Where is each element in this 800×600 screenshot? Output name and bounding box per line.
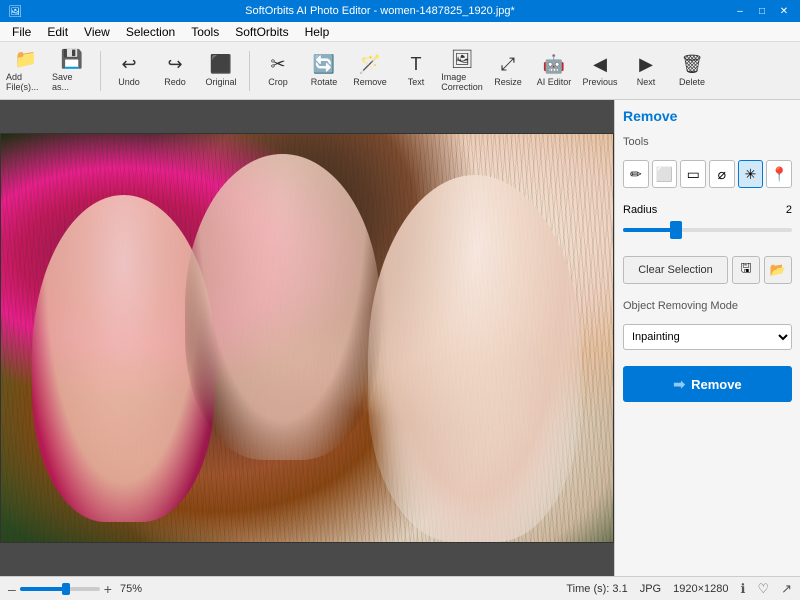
titlebar-controls: – □ ✕ [732,3,792,19]
toolbar-btn-original[interactable]: ⬛Original [199,45,243,97]
menu-item-tools[interactable]: Tools [183,23,227,41]
maximize-button[interactable]: □ [754,3,770,19]
info-icon[interactable]: ℹ [740,581,745,597]
toolbar-btn-redo[interactable]: ↪Redo [153,45,197,97]
statusbar-left: – + 75% [8,581,142,597]
magic-wand-tool[interactable]: ✳ [738,160,764,188]
menu-item-softorbits[interactable]: SoftOrbits [227,23,296,41]
remove-label: Remove [691,377,742,392]
toolbar-btn-imagecorrection[interactable]: 🖼Image Correction [440,45,484,97]
save-selection-icon: 🖫 [740,259,751,281]
menu-item-view[interactable]: View [76,23,118,41]
pencil-tool[interactable]: ✏ [623,160,649,188]
menubar: FileEditViewSelectionToolsSoftOrbitsHelp [0,22,800,42]
toolbar-btn-rotate[interactable]: 🔄Rotate [302,45,346,97]
remove-button[interactable]: ➡ Remove [623,366,792,402]
right-panel: Remove Tools ✏⬜▭⌀✳📍 Radius 2 Clear Selec… [614,100,800,576]
toolbar-sep-1 [100,51,101,91]
zoom-plus-button[interactable]: + [104,581,112,597]
statusbar: – + 75% Time (s): 3.1 JPG 1920×1280 ℹ ♡ … [0,576,800,600]
clear-selection-button[interactable]: Clear Selection [623,256,728,284]
mode-select[interactable]: InpaintingContent-AwareSimple [623,324,792,350]
zoom-slider-wrap: – + [8,581,112,597]
main-area: Remove Tools ✏⬜▭⌀✳📍 Radius 2 Clear Selec… [0,100,800,576]
toolbar: 📁Add File(s)...💾Save as... ↩Undo↪Redo⬛Ori… [0,42,800,100]
toolbar-btn-undo[interactable]: ↩Undo [107,45,151,97]
menu-item-file[interactable]: File [4,23,39,41]
titlebar-title: SoftOrbits AI Photo Editor - women-14878… [245,5,515,17]
zoom-slider[interactable] [20,587,100,591]
share-icon[interactable]: ↗ [781,581,792,597]
person-mid [185,154,381,460]
photo-container [0,100,614,576]
load-selection-button[interactable]: 📂 [764,256,792,284]
zoom-fill [20,587,64,591]
pin-tool[interactable]: 📍 [766,160,792,188]
radius-label: Radius [623,204,657,216]
remove-arrow-icon: ➡ [673,376,685,393]
resolution-label: 1920×1280 [673,583,728,595]
toolbar-btn-aieditor[interactable]: 🤖AI Editor [532,45,576,97]
zoom-thumb[interactable] [62,583,70,595]
toolbar-btn-resize[interactable]: ⤢Resize [486,45,530,97]
panel-title: Remove [623,108,792,124]
canvas-area[interactable] [0,100,614,576]
load-selection-icon: 📂 [770,262,786,278]
zoom-minus-button[interactable]: – [8,581,16,597]
app-icon: 🖼 [8,5,22,18]
toolbar-btn-saveas[interactable]: 💾Save as... [50,45,94,97]
menu-item-edit[interactable]: Edit [39,23,76,41]
time-info: Time (s): 3.1 [566,583,627,595]
minimize-button[interactable]: – [732,3,748,19]
clear-selection-row: Clear Selection 🖫 📂 [623,256,792,284]
toolbar-btn-next[interactable]: ▶Next [624,45,668,97]
statusbar-right: Time (s): 3.1 JPG 1920×1280 ℹ ♡ ↗ [566,581,792,597]
format-label: JPG [640,583,661,595]
radius-track-fill [623,228,674,232]
save-selection-button[interactable]: 🖫 [732,256,760,284]
zoom-level: 75% [120,583,142,595]
radius-value: 2 [786,204,792,216]
photo-background [1,134,613,542]
toolbar-btn-delete[interactable]: 🗑Delete [670,45,714,97]
toolbar-sep-2 [249,51,250,91]
titlebar: 🖼 SoftOrbits AI Photo Editor - women-148… [0,0,800,22]
close-button[interactable]: ✕ [776,3,792,19]
photo [0,133,614,543]
toolbar-btn-previous[interactable]: ◀Previous [578,45,622,97]
object-mode-label: Object Removing Mode [623,300,792,312]
menu-item-selection[interactable]: Selection [118,23,183,41]
eraser-tool[interactable]: ⬜ [652,160,678,188]
radius-slider[interactable] [623,228,792,232]
toolbar-btn-text[interactable]: TText [394,45,438,97]
tools-row: ✏⬜▭⌀✳📍 [623,160,792,188]
heart-icon[interactable]: ♡ [757,581,769,597]
radius-thumb[interactable] [670,221,682,239]
radius-slider-wrap[interactable] [623,228,792,232]
toolbar-btn-remove[interactable]: 🪄Remove [348,45,392,97]
toolbar-btn-crop[interactable]: ✂Crop [256,45,300,97]
person-right [368,175,582,542]
radius-row: Radius 2 [623,204,792,216]
menu-item-help[interactable]: Help [297,23,338,41]
lasso-tool[interactable]: ⌀ [709,160,735,188]
toolbar-btn-addfiles[interactable]: 📁Add File(s)... [4,45,48,97]
rect-select-tool[interactable]: ▭ [680,160,706,188]
tools-label: Tools [623,136,792,148]
